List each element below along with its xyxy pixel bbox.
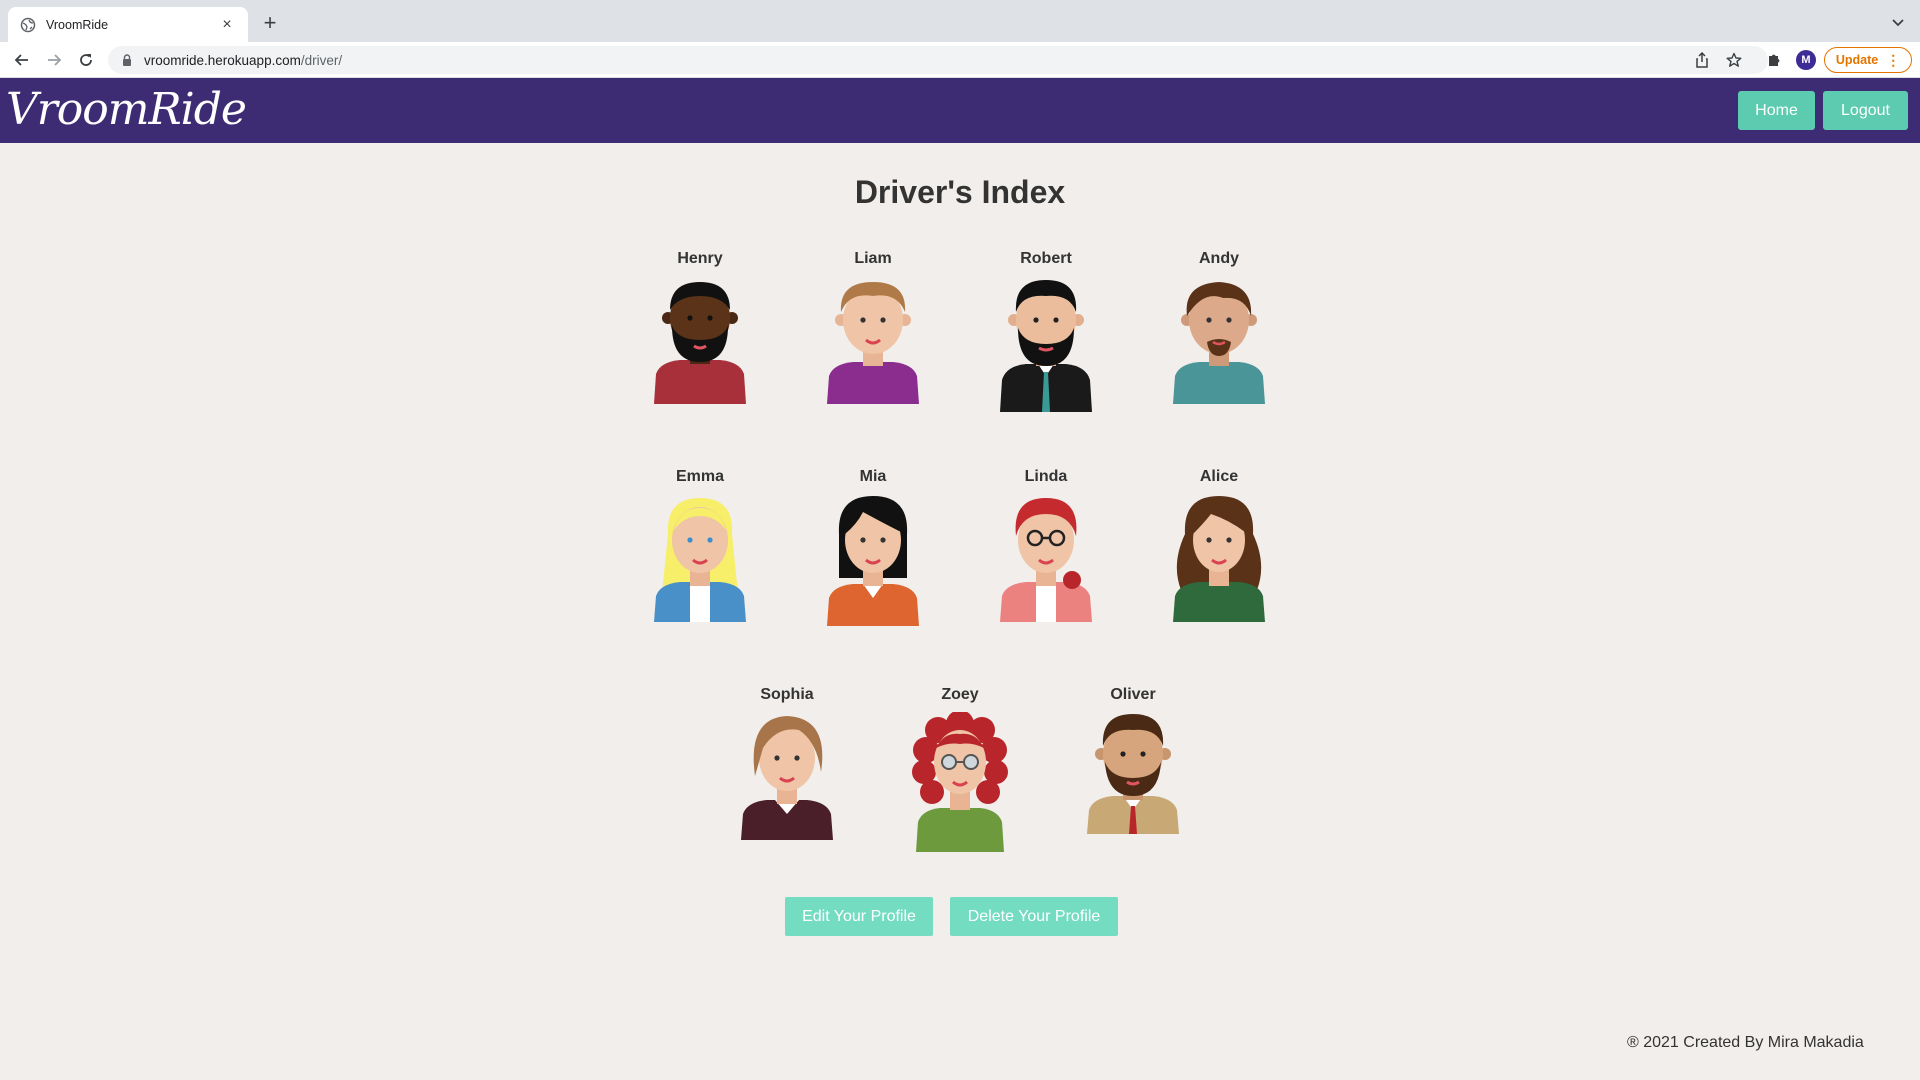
footer-copyright: ® 2021 Created By Mira Makadia bbox=[1627, 1034, 1864, 1051]
driver-name: Sophia bbox=[760, 686, 814, 703]
logout-button[interactable]: Logout bbox=[1823, 91, 1908, 130]
driver-name: Henry bbox=[677, 250, 723, 267]
driver-avatar-linda bbox=[1000, 498, 1092, 622]
edit-profile-button[interactable]: Edit Your Profile bbox=[785, 897, 933, 936]
address-bar[interactable]: vroomride.herokuapp.com/driver/ bbox=[108, 46, 1768, 74]
driver-avatar-henry bbox=[654, 282, 746, 404]
driver-name: Robert bbox=[1020, 250, 1072, 267]
driver-card[interactable]: Emma bbox=[630, 468, 770, 624]
driver-name: Mia bbox=[859, 468, 887, 485]
driver-avatar-robert bbox=[1000, 280, 1092, 412]
driver-card[interactable]: Andy bbox=[1149, 250, 1289, 406]
driver-card[interactable]: Robert bbox=[976, 250, 1116, 412]
driver-card[interactable]: Liam bbox=[803, 250, 943, 406]
profile-avatar[interactable]: M bbox=[1796, 50, 1816, 70]
url-text: vroomride.herokuapp.com/driver/ bbox=[144, 53, 342, 68]
driver-name: Andy bbox=[1199, 250, 1239, 267]
driver-avatar-emma bbox=[654, 498, 746, 622]
driver-name: Liam bbox=[854, 250, 892, 267]
driver-card[interactable]: Mia bbox=[803, 468, 943, 626]
url-path: /driver/ bbox=[300, 52, 343, 68]
driver-name: Oliver bbox=[1110, 686, 1156, 703]
share-icon[interactable] bbox=[1692, 50, 1712, 70]
bookmark-star-icon[interactable] bbox=[1724, 50, 1744, 70]
delete-profile-button[interactable]: Delete Your Profile bbox=[950, 897, 1118, 936]
site-navbar: VroomRide Home Logout bbox=[0, 78, 1920, 143]
driver-card[interactable]: Sophia bbox=[717, 686, 857, 842]
site-logo[interactable]: VroomRide bbox=[6, 84, 247, 135]
driver-name: Emma bbox=[675, 468, 725, 485]
driver-avatar-mia bbox=[827, 496, 919, 626]
driver-avatar-andy bbox=[1173, 282, 1265, 404]
globe-icon bbox=[20, 17, 36, 33]
chevron-down-icon[interactable] bbox=[1890, 14, 1906, 30]
driver-card[interactable]: Linda bbox=[976, 468, 1116, 624]
tab-title: VroomRide bbox=[46, 17, 109, 32]
driver-card[interactable]: Oliver bbox=[1063, 686, 1203, 842]
driver-avatar-zoey bbox=[912, 712, 1008, 852]
driver-name: Alice bbox=[1199, 468, 1239, 485]
update-button[interactable]: Update ⋮ bbox=[1824, 47, 1912, 73]
driver-card[interactable]: Zoey bbox=[890, 686, 1030, 852]
new-tab-button[interactable]: + bbox=[258, 12, 282, 36]
driver-card[interactable]: Alice bbox=[1149, 468, 1289, 622]
driver-name: Zoey bbox=[941, 686, 979, 703]
browser-toolbar: vroomride.herokuapp.com/driver/ M Update… bbox=[0, 42, 1920, 78]
page-title: Driver's Index bbox=[854, 174, 1066, 210]
driver-name: Linda bbox=[1024, 468, 1068, 485]
driver-avatar-sophia bbox=[741, 716, 833, 840]
reload-icon[interactable] bbox=[76, 50, 96, 70]
driver-card[interactable]: Henry bbox=[630, 250, 770, 406]
home-button[interactable]: Home bbox=[1738, 91, 1815, 130]
update-label: Update bbox=[1835, 53, 1879, 67]
driver-avatar-oliver bbox=[1087, 714, 1179, 834]
driver-avatar-alice bbox=[1173, 496, 1265, 622]
url-host: vroomride.herokuapp.com bbox=[144, 52, 301, 68]
browser-tab-bar: VroomRide × + bbox=[0, 0, 1920, 42]
forward-arrow-icon[interactable] bbox=[44, 50, 64, 70]
extensions-puzzle-icon[interactable] bbox=[1764, 50, 1784, 70]
tab-close-icon[interactable]: × bbox=[218, 16, 236, 34]
back-arrow-icon[interactable] bbox=[12, 50, 32, 70]
more-menu-icon[interactable]: ⋮ bbox=[1886, 53, 1900, 67]
browser-tab[interactable]: VroomRide × bbox=[8, 7, 248, 42]
driver-avatar-liam bbox=[827, 282, 919, 404]
lock-icon bbox=[122, 54, 132, 66]
